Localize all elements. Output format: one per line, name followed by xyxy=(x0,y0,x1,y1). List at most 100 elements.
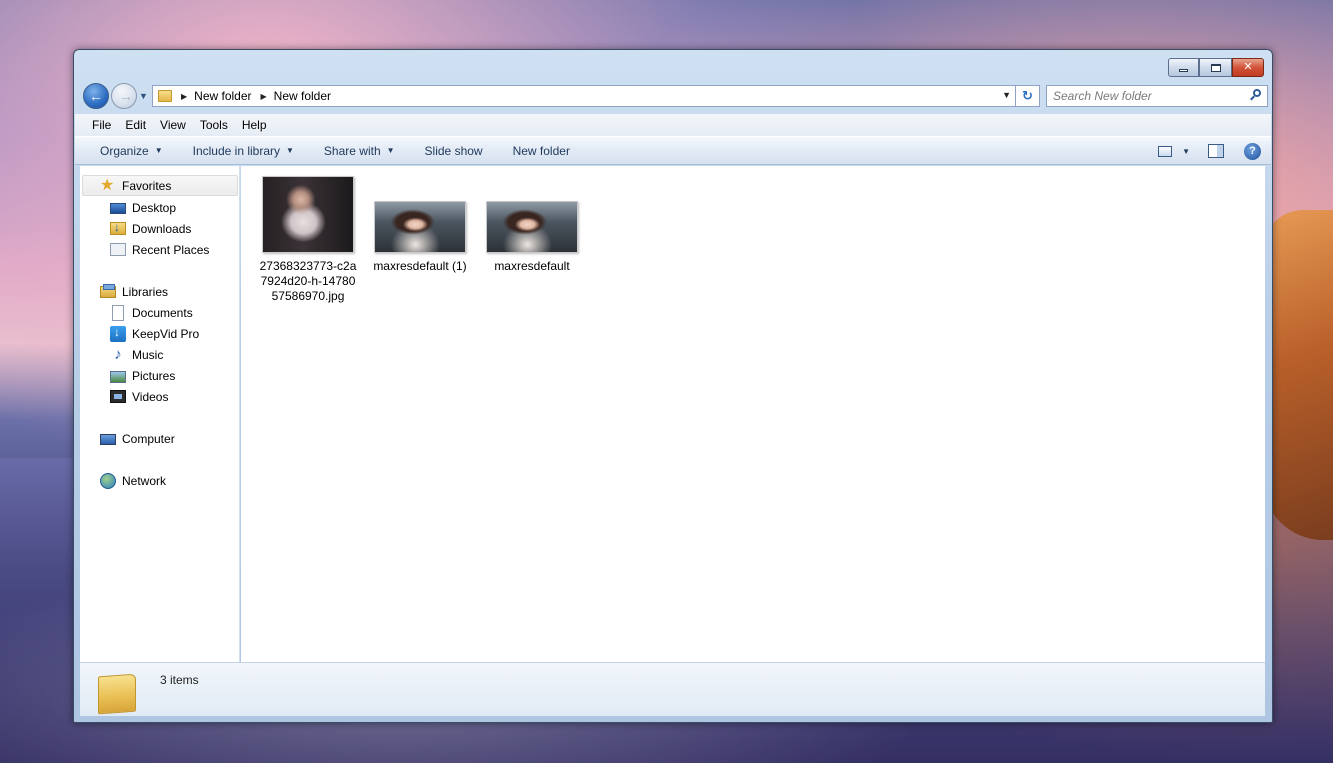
nav-libraries-label: Libraries xyxy=(122,284,169,299)
nav-keepvid-label: KeepVid Pro xyxy=(132,326,200,341)
breadcrumb-item[interactable]: New folder xyxy=(274,89,331,103)
folder-icon xyxy=(158,90,172,102)
close-button[interactable]: ✕ xyxy=(1232,58,1264,77)
address-history-dropdown[interactable]: ▼ xyxy=(1002,90,1011,100)
slide-show-button[interactable]: Slide show xyxy=(425,144,483,158)
breadcrumb-separator-icon[interactable]: ▶ xyxy=(181,92,187,101)
pictures-icon xyxy=(110,370,126,383)
star-icon: ★ xyxy=(100,176,115,194)
file-name: maxresdefault (1) xyxy=(373,259,467,273)
nav-computer-label: Computer xyxy=(122,431,175,446)
help-icon[interactable]: ? xyxy=(1244,142,1261,160)
chevron-down-icon: ▼ xyxy=(154,146,163,155)
breadcrumb-item[interactable]: New folder xyxy=(194,89,251,103)
nav-favorites[interactable]: ★ Favorites xyxy=(82,175,238,196)
image-thumbnail xyxy=(486,201,578,253)
maximize-button[interactable] xyxy=(1199,58,1232,77)
close-icon: ✕ xyxy=(1243,61,1253,73)
image-thumbnail xyxy=(262,176,354,253)
music-icon: ♪ xyxy=(114,345,122,363)
nav-music-label: Music xyxy=(132,347,164,362)
file-item[interactable]: maxresdefault xyxy=(480,201,584,274)
recent-places-icon xyxy=(110,243,126,256)
nav-downloads-label: Downloads xyxy=(132,221,192,236)
forward-button[interactable]: → xyxy=(111,83,137,109)
nav-videos[interactable]: Videos xyxy=(110,386,168,407)
minimize-button[interactable] xyxy=(1168,58,1199,77)
view-options-dropdown[interactable]: ▼ xyxy=(1182,147,1190,156)
nav-music[interactable]: ♪ Music xyxy=(110,344,163,365)
search-box[interactable] xyxy=(1046,85,1268,107)
include-in-library-label: Include in library xyxy=(192,143,280,158)
nav-documents-label: Documents xyxy=(132,305,193,320)
item-count: 3 items xyxy=(160,673,199,687)
chevron-down-icon: ▼ xyxy=(386,146,395,155)
arrow-left-icon: ← xyxy=(89,88,103,104)
menu-file[interactable]: File xyxy=(92,118,111,132)
minimize-icon xyxy=(1179,69,1188,72)
menu-tools[interactable]: Tools xyxy=(200,118,228,132)
nav-pictures-label: Pictures xyxy=(132,368,176,383)
refresh-icon: ↻ xyxy=(1022,88,1033,103)
details-pane: 3 items xyxy=(80,662,1265,716)
search-icon[interactable] xyxy=(1250,89,1262,101)
include-in-library-button[interactable]: Include in library ▼ xyxy=(193,144,294,158)
recent-pages-dropdown[interactable]: ▼ xyxy=(139,91,148,101)
breadcrumb-separator-icon[interactable]: ▶ xyxy=(261,92,267,101)
menu-edit[interactable]: Edit xyxy=(125,118,146,132)
nav-desktop[interactable]: Desktop xyxy=(110,197,176,218)
network-icon xyxy=(100,472,116,489)
file-name: 27368323773-c2a7924d20-h-1478057586970.j… xyxy=(259,259,357,303)
caption-buttons: ✕ xyxy=(1168,58,1264,78)
nav-computer[interactable]: Computer xyxy=(100,428,175,449)
nav-documents[interactable]: Documents xyxy=(110,302,193,323)
refresh-button[interactable]: ↻ xyxy=(1016,85,1040,107)
nav-downloads[interactable]: Downloads xyxy=(110,218,191,239)
nav-desktop-label: Desktop xyxy=(132,200,177,215)
change-view-icon[interactable] xyxy=(1158,145,1173,157)
nav-network-label: Network xyxy=(122,473,167,488)
nav-pictures[interactable]: Pictures xyxy=(110,365,175,386)
videos-icon xyxy=(110,390,126,403)
documents-icon xyxy=(112,304,124,321)
explorer-window: ✕ ← → ▼ ▶ New folder ▶ New folder ▼ ↻ Fi… xyxy=(73,49,1273,723)
nav-network[interactable]: Network xyxy=(100,470,166,491)
desktop-icon xyxy=(110,203,126,214)
keepvid-icon xyxy=(110,325,126,342)
command-bar: Organize ▼ Include in library ▼ Share with… xyxy=(75,136,1271,165)
view-controls: ▼ ? xyxy=(1158,141,1261,161)
libraries-icon xyxy=(100,283,116,298)
navigation-row: ← → ▼ ▶ New folder ▶ New folder ▼ ↻ xyxy=(82,83,1268,109)
address-bar[interactable]: ▶ New folder ▶ New folder ▼ xyxy=(152,85,1016,107)
file-item[interactable]: 27368323773-c2a7924d20-h-1478057586970.j… xyxy=(256,176,360,304)
preview-pane-icon[interactable] xyxy=(1208,144,1224,158)
menu-help[interactable]: Help xyxy=(242,118,267,132)
chevron-down-icon: ▼ xyxy=(286,146,294,155)
downloads-icon xyxy=(110,220,126,235)
file-name: maxresdefault xyxy=(494,259,570,273)
nav-keepvid-pro[interactable]: KeepVid Pro xyxy=(110,323,199,344)
computer-icon xyxy=(100,433,116,445)
desktop-wallpaper-rock xyxy=(1263,210,1333,540)
organize-button[interactable]: Organize ▼ xyxy=(100,144,163,158)
nav-libraries[interactable]: Libraries xyxy=(100,281,168,302)
back-button[interactable]: ← xyxy=(83,83,109,109)
arrow-right-icon: → xyxy=(119,88,133,104)
menu-view[interactable]: View xyxy=(160,118,186,132)
image-thumbnail xyxy=(374,201,466,253)
search-input[interactable] xyxy=(1053,87,1249,105)
organize-label: Organize xyxy=(100,143,149,158)
file-list: 27368323773-c2a7924d20-h-1478057586970.j… xyxy=(241,166,1265,662)
nav-recent-places[interactable]: Recent Places xyxy=(110,239,209,260)
share-with-label: Share with xyxy=(323,143,381,158)
menu-bar: File Edit View Tools Help xyxy=(75,114,1271,136)
nav-recent-places-label: Recent Places xyxy=(132,242,210,257)
file-item[interactable]: maxresdefault (1) xyxy=(368,201,472,274)
new-folder-button[interactable]: New folder xyxy=(513,144,570,158)
maximize-icon xyxy=(1210,63,1221,72)
share-with-button[interactable]: Share with ▼ xyxy=(324,144,395,158)
nav-favorites-label: Favorites xyxy=(122,178,172,193)
nav-videos-label: Videos xyxy=(132,389,169,404)
folder-icon xyxy=(98,673,136,715)
navigation-pane: ★ Favorites Desktop Downloads Recent Plac… xyxy=(80,166,240,662)
